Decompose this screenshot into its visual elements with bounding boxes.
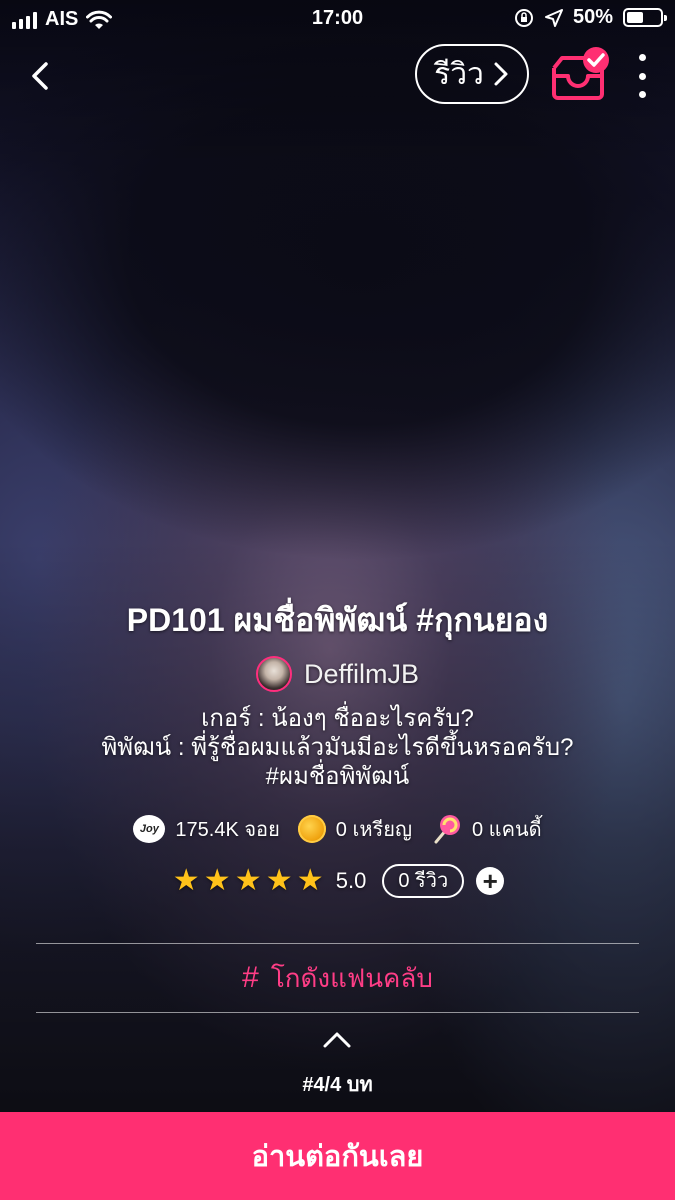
back-icon[interactable] [22,58,58,94]
story-title: PD101 ผมชื่อพิพัฒน์ #กุกนยอง [126,602,549,638]
story-description: เกอร์ : น้องๆ ชื่ออะไรครับ? พิพัฒน์ : พี… [0,704,675,791]
rating-score: 5.0 [335,868,367,893]
star-icon: ★ [265,864,293,897]
author-name[interactable]: DeffilmJB [304,659,419,690]
fan-club-link[interactable]: # โกดังแฟนคลับ [0,958,675,998]
plus-icon[interactable]: + [476,867,505,895]
battery-percent: 50% [572,6,613,28]
inbox-check-icon[interactable] [548,46,612,102]
description-line: เกอร์ : น้องๆ ชื่ออะไรครับ? [201,705,474,732]
star-icon: ★ [234,864,262,897]
rating-row: ★ ★ ★ ★ ★ 5.0 0 รีวิว + [0,863,675,899]
description-line: พิพัฒน์ : พี่รู้ชื่อผมแล้วมันมีอะไรดีขึ้… [101,734,574,761]
orientation-lock-icon [514,8,533,27]
joy-icon: Joy [133,815,166,843]
candy-stat: 0 แคนดี้ [430,813,542,845]
review-button[interactable]: รีวิว [415,44,529,104]
chevron-up-icon[interactable] [320,1028,354,1052]
description-line: #ผมชื่อพิพัฒน์ [265,763,410,790]
star-icon: ★ [296,864,324,897]
battery-fill [627,12,643,23]
joy-count: 175.4K จอย [175,819,280,841]
author-avatar[interactable] [255,656,292,692]
top-nav: รีวิว [0,44,675,108]
review-button-label: รีวิว [434,57,484,91]
review-count-button[interactable]: 0 รีวิว [382,864,465,898]
fan-club-label: โกดังแฟนคลับ [270,962,433,993]
candy-count: 0 แคนดี้ [472,819,542,841]
joy-stat: Joy 175.4K จอย [133,813,280,845]
chevron-right-icon [494,62,508,86]
battery-icon [623,8,667,27]
chapter-count: #4/4 บท [302,1074,373,1096]
story-info: PD101 ผมชื่อพิพัฒน์ #กุกนยอง DeffilmJB เ… [0,596,675,899]
read-continue-button[interactable]: อ่านต่อกันเลย [0,1112,675,1200]
coin-icon [297,815,326,843]
author-row[interactable]: DeffilmJB [0,654,675,694]
hash-icon: # [242,961,259,994]
star-icon: ★ [172,864,200,897]
candy-icon [434,815,460,844]
divider [36,943,639,944]
status-bar: AIS 17:00 50% [0,0,675,38]
location-icon [544,8,563,27]
status-right: 50% [513,6,667,29]
more-icon[interactable] [630,54,654,98]
coin-count: 0 เหรียญ [335,819,412,841]
stats-row: Joy 175.4K จอย 0 เหรียญ 0 แคนดี้ [0,811,675,847]
coin-stat: 0 เหรียญ [297,813,412,845]
star-icon: ★ [203,864,231,897]
divider [36,1012,639,1013]
read-continue-label: อ่านต่อกันเลย [251,1141,424,1173]
